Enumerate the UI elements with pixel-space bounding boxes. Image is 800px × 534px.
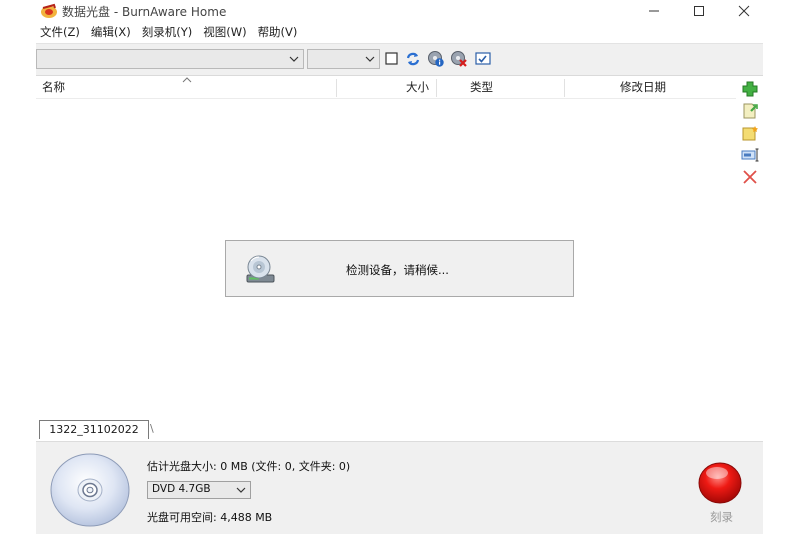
close-button[interactable]: [721, 0, 767, 22]
column-divider[interactable]: [336, 79, 337, 97]
title-bar: 数据光盘 - BurnAware Home: [0, 0, 800, 22]
chevron-down-icon: [365, 56, 375, 62]
status-message: 检测设备，请稍候...: [346, 263, 449, 277]
close-icon: [738, 5, 750, 17]
disc-icon: [50, 453, 130, 527]
column-size[interactable]: 大小: [406, 77, 429, 98]
refresh-icon[interactable]: [404, 50, 422, 68]
column-modified[interactable]: 修改日期: [620, 77, 666, 98]
sort-ascending-icon: [182, 77, 192, 83]
estimated-size-text: 估计光盘大小: 0 MB (文件: 0, 文件夹: 0): [147, 460, 351, 473]
menu-edit[interactable]: 编辑(X): [87, 23, 138, 41]
checklist-icon[interactable]: [474, 50, 492, 68]
tab-separator: \: [150, 422, 154, 435]
minimize-button[interactable]: [631, 0, 677, 22]
add-folder-icon[interactable]: [740, 102, 760, 120]
disc-type-value: DVD 4.7GB: [152, 483, 211, 495]
maximize-button[interactable]: [676, 0, 722, 22]
project-tabs: 1322_31102022 \: [36, 418, 763, 440]
column-name[interactable]: 名称: [42, 77, 65, 98]
toolbar: [36, 43, 763, 76]
rename-icon[interactable]: [740, 146, 760, 164]
menu-file[interactable]: 文件(Z): [36, 23, 87, 41]
chevron-down-icon: [236, 487, 246, 493]
path-combo[interactable]: [36, 49, 304, 69]
erase-icon[interactable]: [450, 50, 468, 68]
filter-combo[interactable]: [307, 49, 380, 69]
burn-button[interactable]: [697, 461, 743, 505]
column-type[interactable]: 类型: [470, 77, 493, 98]
menu-view[interactable]: 视图(W): [199, 23, 253, 41]
column-divider[interactable]: [436, 79, 437, 97]
column-divider[interactable]: [564, 79, 565, 97]
menu-help[interactable]: 帮助(V): [254, 23, 305, 41]
menu-bar: 文件(Z) 编辑(X) 刻录机(Y) 视图(W) 帮助(V): [36, 23, 304, 41]
disc-type-select[interactable]: DVD 4.7GB: [147, 481, 251, 499]
app-logo-icon: [41, 3, 57, 18]
file-list-header: 名称 大小 类型 修改日期: [36, 77, 736, 99]
delete-icon[interactable]: [740, 168, 760, 186]
menu-recorder[interactable]: 刻录机(Y): [138, 23, 200, 41]
info-icon[interactable]: [427, 50, 445, 68]
tab-project[interactable]: 1322_31102022: [39, 420, 149, 439]
disc-info-panel: 估计光盘大小: 0 MB (文件: 0, 文件夹: 0) DVD 4.7GB 光…: [36, 441, 763, 534]
checkbox-icon[interactable]: [383, 50, 401, 68]
status-dialog: 检测设备，请稍候...: [225, 240, 574, 297]
free-space-text: 光盘可用空间: 4,488 MB: [147, 511, 273, 524]
chevron-down-icon: [289, 56, 299, 62]
minimize-icon: [649, 10, 659, 12]
burn-label: 刻录: [710, 510, 733, 524]
window-title: 数据光盘 - BurnAware Home: [62, 5, 227, 19]
add-icon[interactable]: [740, 80, 760, 98]
maximize-icon: [694, 6, 704, 16]
new-folder-icon[interactable]: [740, 124, 760, 142]
drive-detect-icon: [246, 255, 275, 283]
